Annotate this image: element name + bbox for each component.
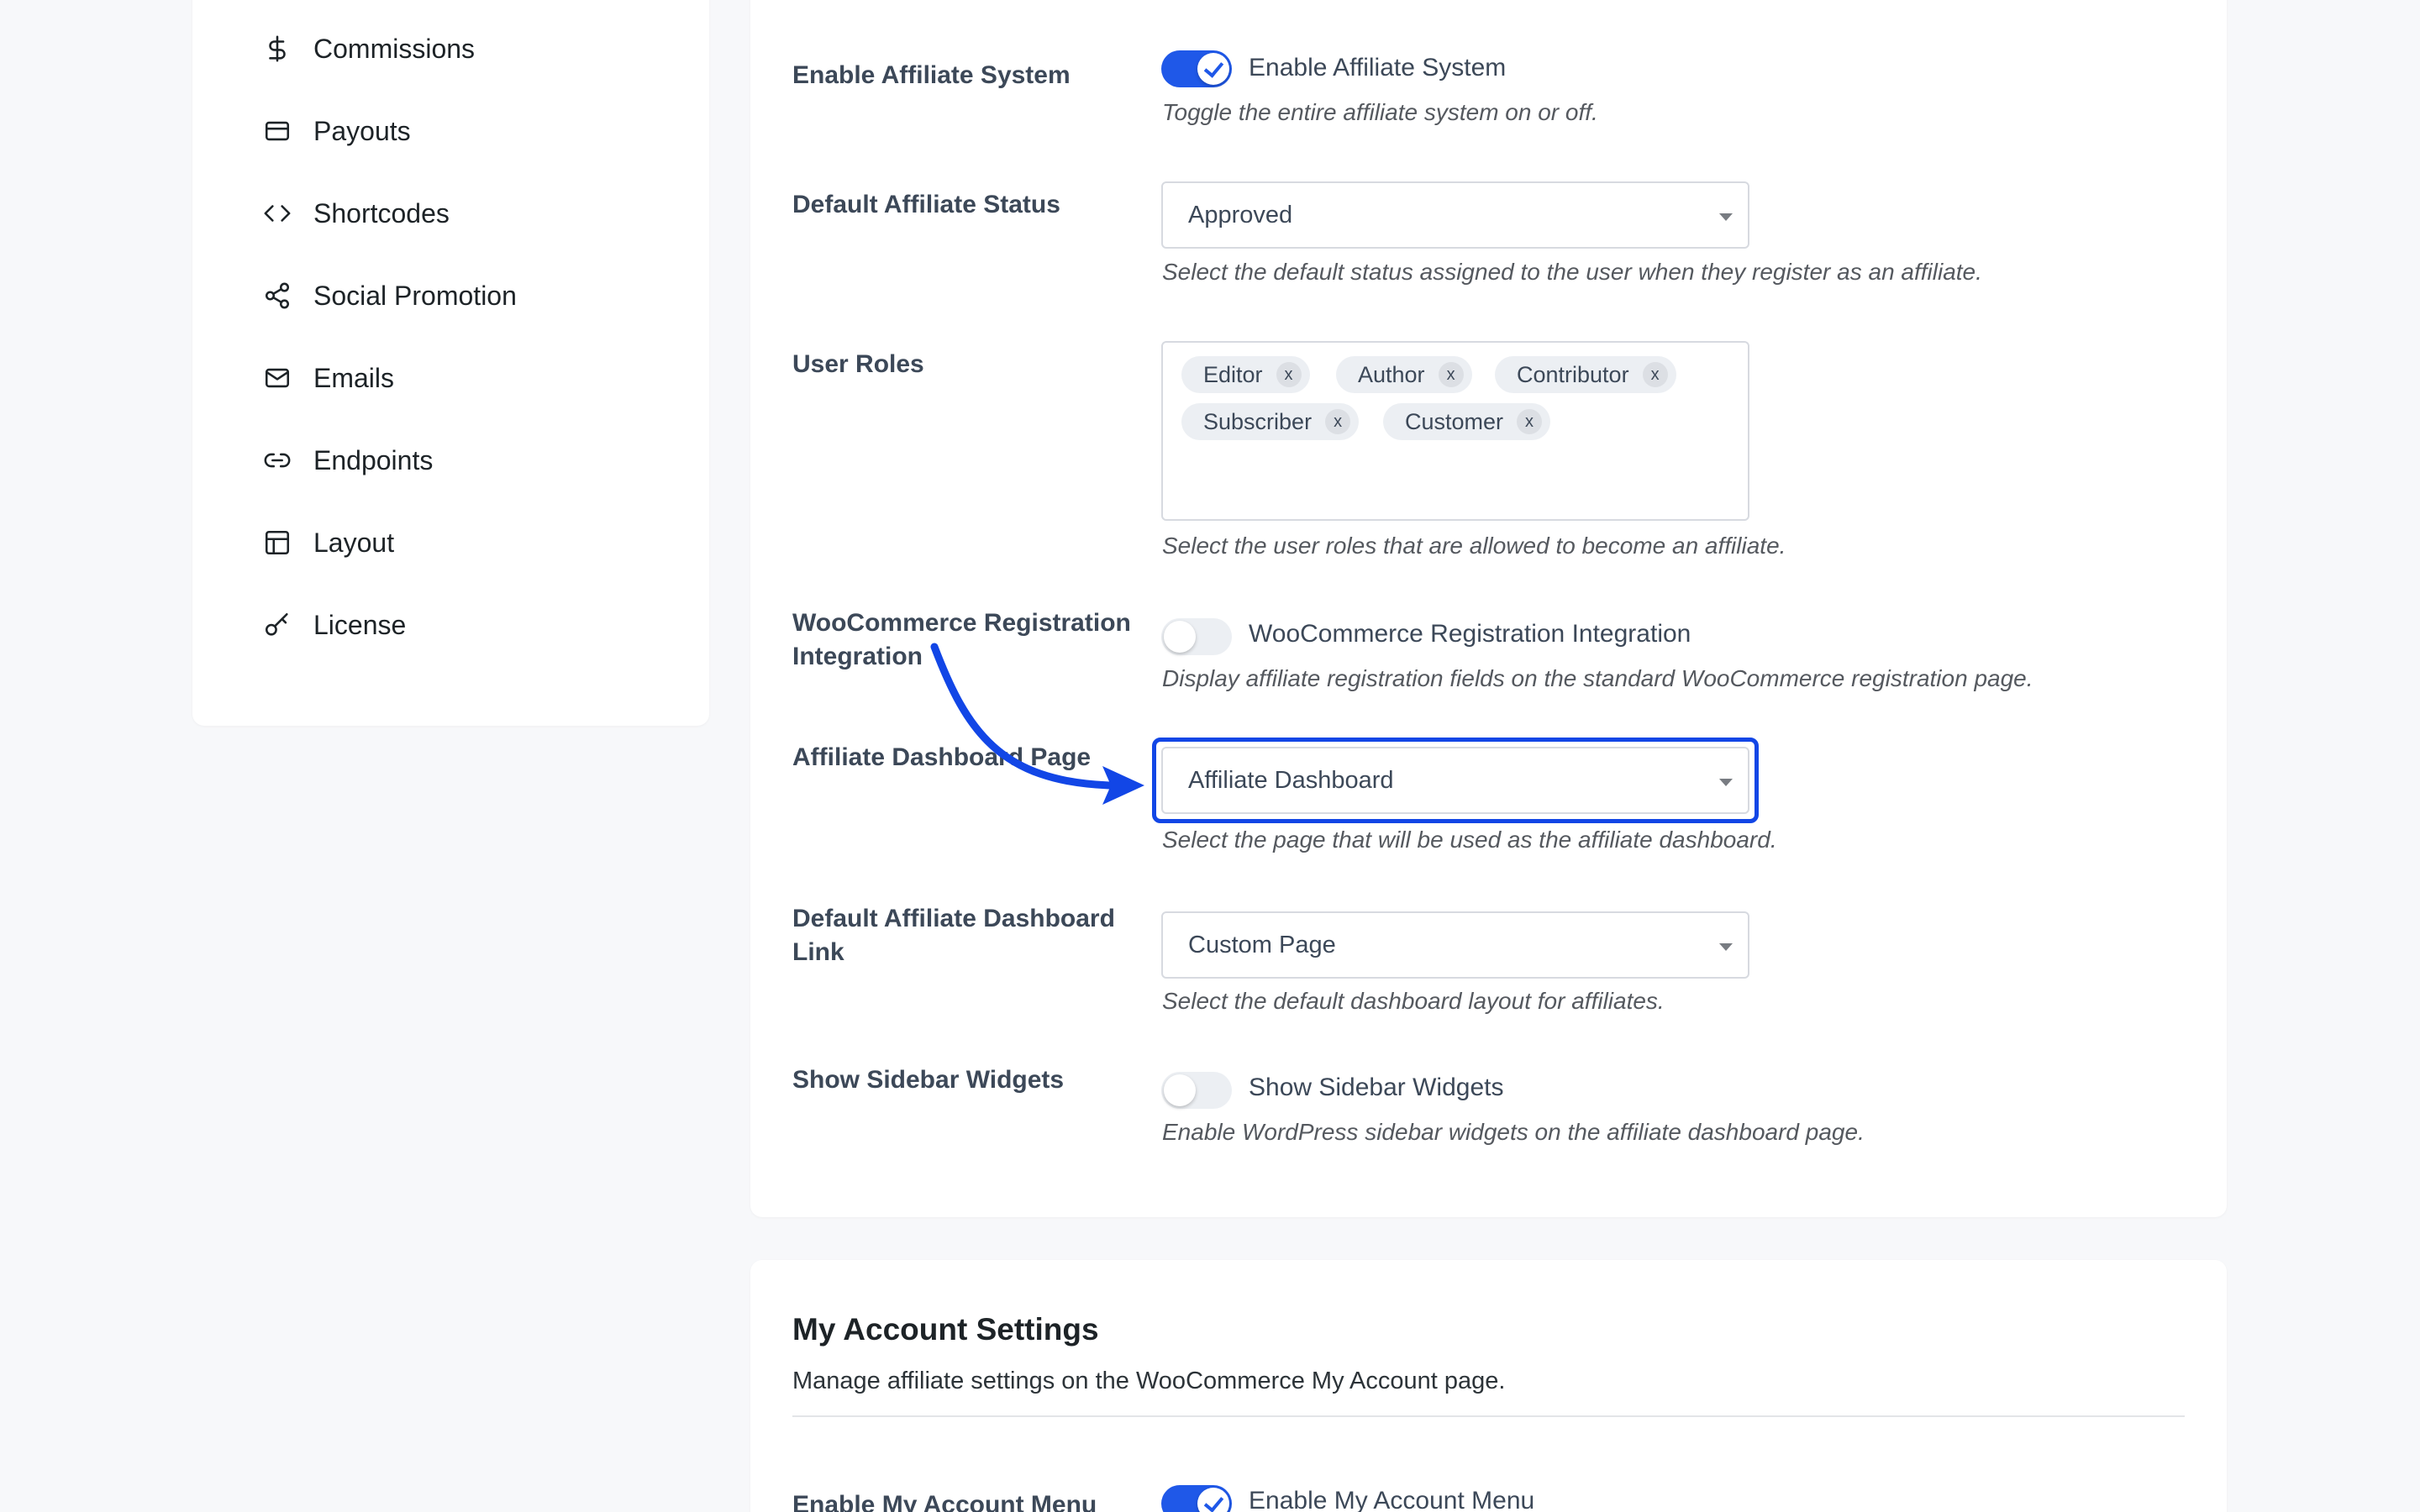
remove-chip-icon[interactable]: x xyxy=(1325,409,1351,434)
general-settings-card: Enable Affiliate System Enable Affiliate… xyxy=(750,0,2227,1217)
chip-label: Author xyxy=(1358,361,1425,387)
chip-label: Contributor xyxy=(1517,361,1629,387)
toggle-knob xyxy=(1197,53,1229,85)
remove-chip-icon[interactable]: x xyxy=(1438,362,1464,387)
toggle-knob xyxy=(1164,621,1196,653)
sidebar-item-layout[interactable]: Layout xyxy=(263,517,394,568)
woo-registration-label: WooCommerce Registration Integration xyxy=(792,609,1131,670)
share-icon xyxy=(265,282,290,309)
chip-label: Customer xyxy=(1405,408,1504,434)
woo-registration-description: Display affiliate registration fields on… xyxy=(1162,665,2033,691)
mail-icon xyxy=(265,368,290,388)
sidebar-widgets-toggle-label: Show Sidebar Widgets xyxy=(1249,1074,1504,1101)
enable-affiliate-description: Toggle the entire affiliate system on or… xyxy=(1162,99,1598,125)
sidebar-item-label: Shortcodes xyxy=(313,197,450,228)
woo-registration-toggle[interactable] xyxy=(1161,618,1232,655)
user-roles-multiselect[interactable]: Editor x Author x Contributor x Subscrib… xyxy=(1161,341,1749,521)
remove-chip-icon[interactable]: x xyxy=(1276,362,1302,387)
default-dashboard-link-select[interactable]: Custom Page xyxy=(1161,911,1749,979)
settings-sidebar: Commissions Payouts Shortcodes Social Pr… xyxy=(192,0,709,726)
layout-icon xyxy=(265,530,290,555)
default-dashboard-link-description: Select the default dashboard layout for … xyxy=(1162,988,1665,1014)
role-chip-contributor: Contributor x xyxy=(1495,356,1676,393)
dashboard-page-select[interactable]: Affiliate Dashboard xyxy=(1161,747,1749,814)
enable-my-account-menu-toggle[interactable] xyxy=(1161,1485,1232,1512)
selected-value: Custom Page xyxy=(1188,931,1336,958)
enable-affiliate-toggle[interactable] xyxy=(1161,50,1232,87)
sidebar-item-label: Emails xyxy=(313,362,395,393)
enable-my-account-menu-toggle-label: Enable My Account Menu xyxy=(1249,1487,1535,1512)
role-chip-author: Author x xyxy=(1336,356,1472,393)
sidebar-widgets-toggle[interactable] xyxy=(1161,1072,1232,1109)
section-title: My Account Settings xyxy=(792,1312,1099,1347)
credit-card-icon xyxy=(265,121,290,141)
sidebar-item-label: License xyxy=(313,609,407,640)
chevron-down-icon xyxy=(1719,943,1733,951)
selected-value: Affiliate Dashboard xyxy=(1188,766,1394,794)
divider xyxy=(792,1415,2185,1417)
default-status-select[interactable]: Approved xyxy=(1161,181,1749,249)
sidebar-item-social-promotion[interactable]: Social Promotion xyxy=(263,270,517,321)
enable-affiliate-toggle-label: Enable Affiliate System xyxy=(1249,54,1507,81)
toggle-knob xyxy=(1164,1074,1196,1106)
key-icon xyxy=(265,612,288,636)
chevron-down-icon xyxy=(1719,213,1733,221)
user-roles-label: User Roles xyxy=(792,350,924,378)
role-chip-customer: Customer x xyxy=(1383,403,1551,440)
user-roles-description: Select the user roles that are allowed t… xyxy=(1162,533,1786,559)
sidebar-item-license[interactable]: License xyxy=(263,600,406,650)
dashboard-page-description: Select the page that will be used as the… xyxy=(1162,827,1777,853)
default-dashboard-link-label: Default Affiliate Dashboard Link xyxy=(792,905,1115,966)
woo-registration-toggle-label: WooCommerce Registration Integration xyxy=(1249,620,1691,648)
dashboard-page-label: Affiliate Dashboard Page xyxy=(792,743,1092,771)
sidebar-item-emails[interactable]: Emails xyxy=(263,353,394,403)
enable-my-account-menu-label: Enable My Account Menu xyxy=(792,1491,1097,1512)
my-account-settings-card: My Account Settings Manage affiliate set… xyxy=(750,1260,2227,1512)
role-chip-subscriber: Subscriber x xyxy=(1181,403,1360,440)
sidebar-item-label: Payouts xyxy=(313,115,411,146)
sidebar-item-commissions[interactable]: Commissions xyxy=(263,24,475,74)
sidebar-item-label: Endpoints xyxy=(313,444,434,475)
sidebar-item-label: Social Promotion xyxy=(313,280,517,311)
section-description: Manage affiliate settings on the WooComm… xyxy=(792,1368,1506,1394)
sidebar-item-label: Commissions xyxy=(313,33,476,64)
link-icon xyxy=(264,453,291,468)
remove-chip-icon[interactable]: x xyxy=(1517,409,1543,434)
default-status-description: Select the default status assigned to th… xyxy=(1162,259,1982,285)
sidebar-widgets-description: Enable WordPress sidebar widgets on the … xyxy=(1162,1119,1865,1145)
sidebar-item-label: Layout xyxy=(313,527,395,558)
code-icon xyxy=(264,205,291,222)
enable-affiliate-label: Enable Affiliate System xyxy=(792,61,1071,89)
toggle-knob xyxy=(1197,1488,1229,1512)
sidebar-widgets-label: Show Sidebar Widgets xyxy=(792,1066,1065,1094)
chip-label: Editor xyxy=(1203,361,1263,387)
dollar-icon xyxy=(269,35,286,62)
sidebar-item-shortcodes[interactable]: Shortcodes xyxy=(263,188,450,239)
role-chip-editor: Editor x xyxy=(1181,356,1310,393)
remove-chip-icon[interactable]: x xyxy=(1642,362,1668,387)
sidebar-item-endpoints[interactable]: Endpoints xyxy=(263,435,433,486)
selected-value: Approved xyxy=(1188,201,1293,228)
chevron-down-icon xyxy=(1719,779,1733,786)
sidebar-item-payouts[interactable]: Payouts xyxy=(263,106,411,156)
default-status-label: Default Affiliate Status xyxy=(792,191,1060,218)
chip-label: Subscriber xyxy=(1203,408,1313,434)
